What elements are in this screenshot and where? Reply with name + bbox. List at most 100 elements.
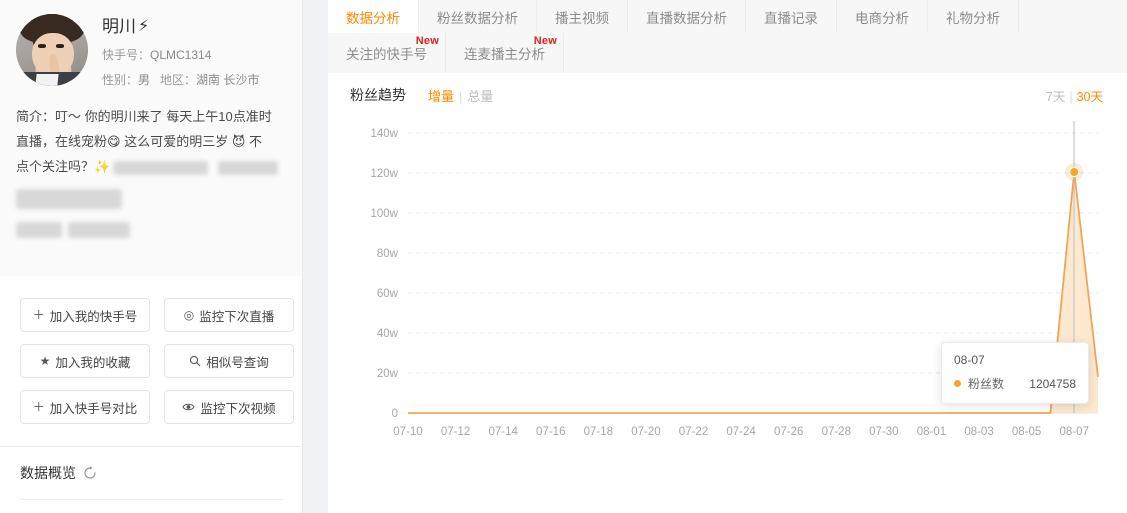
redacted-bio-block xyxy=(16,221,62,238)
bio-text-3: 这么可爱的明三岁 xyxy=(124,134,229,149)
kuaishou-id-label: 快手号： xyxy=(102,48,151,62)
svg-text:20w: 20w xyxy=(377,368,399,380)
eye-target-icon: ◎ xyxy=(183,308,195,322)
new-badge: New xyxy=(807,0,830,2)
tab-gift-analysis[interactable]: 礼物分析 New xyxy=(928,0,1019,33)
plus-icon: ＋ xyxy=(32,308,45,322)
svg-text:80w: 80w xyxy=(377,248,399,260)
profile-card: 明川 ⚡ 快手号：QLMC1314 性别：男 地区：湖南 长沙市 简介：叮～ 你的… xyxy=(0,0,303,276)
tab-label: 播主视频 xyxy=(555,10,609,26)
chart-header: 粉丝趋势 增量 | 总量 7天 | 30天 xyxy=(346,73,1109,117)
tab-fan-data-analysis[interactable]: 粉丝数据分析 xyxy=(419,0,537,33)
tab-row-primary: 数据分析 粉丝数据分析 播主视频 直播数据分析 New 直播记录 New 电商分 xyxy=(328,0,1127,33)
profile-meta: 明川 ⚡ 快手号：QLMC1314 性别：男 地区：湖南 长沙市 xyxy=(102,14,259,88)
tab-live-records[interactable]: 直播记录 New xyxy=(746,0,837,33)
action-label: 监控下次直播 xyxy=(199,309,275,324)
tab-label: 电商分析 xyxy=(855,10,909,26)
range-separator: | xyxy=(1069,89,1073,104)
tab-ecommerce-analysis[interactable]: 电商分析 New xyxy=(837,0,928,33)
eye-icon xyxy=(182,402,196,412)
tabs-container: 数据分析 粉丝数据分析 播主视频 直播数据分析 New 直播记录 New 电商分 xyxy=(328,0,1127,73)
redacted-bio-block xyxy=(68,221,130,238)
svg-text:08-07: 08-07 xyxy=(1059,426,1088,438)
fan-trend-chart-svg[interactable]: 0 20w 40w 60w 80w 100w 120w 140w 07-10 07-12 07-14… xyxy=(346,117,1108,457)
refresh-icon[interactable] xyxy=(83,466,97,480)
action-label: 相似号查询 xyxy=(206,355,269,370)
metric-total-link[interactable]: 总量 xyxy=(467,89,493,104)
tab-row-secondary: 关注的快手号 New 连麦播主分析 New xyxy=(328,33,1127,73)
add-to-my-kuaishou-button[interactable]: ＋ 加入我的快手号 xyxy=(20,298,150,332)
search-icon xyxy=(189,355,201,367)
tab-live-data-analysis[interactable]: 直播数据分析 New xyxy=(628,0,746,33)
fan-trend-card: 粉丝趋势 增量 | 总量 7天 | 30天 0 20w 40w 60w 80w 100w 120w 1… xyxy=(328,73,1127,477)
redacted-bio-block xyxy=(218,160,279,175)
action-label: 监控下次视频 xyxy=(200,401,276,416)
sparkles-emoji: ✨ xyxy=(94,159,111,174)
monitor-next-video-button[interactable]: 监控下次视频 xyxy=(164,390,294,424)
lightning-bolt-icon: ⚡ xyxy=(138,18,150,35)
kuaishou-id-row: 快手号：QLMC1314 xyxy=(102,47,259,63)
action-label: 加入我的收藏 xyxy=(55,355,131,370)
action-button-grid: ＋ 加入我的快手号 ◎ 监控下次直播 ★ 加入我的收藏 相似号查询 ＋ 加入快手… xyxy=(0,276,303,424)
series-color-dot xyxy=(954,380,961,387)
bio-text-4: 不 xyxy=(249,134,263,149)
range-7days-link[interactable]: 7天 xyxy=(1046,90,1065,104)
tab-data-analysis[interactable]: 数据分析 xyxy=(328,0,419,33)
svg-text:07-12: 07-12 xyxy=(441,426,470,438)
add-to-favorites-button[interactable]: ★ 加入我的收藏 xyxy=(20,344,150,378)
tab-comic-host-analysis[interactable]: 连麦播主分析 New xyxy=(446,33,564,73)
tooltip-date: 08-07 xyxy=(954,353,985,367)
profile-bio: 简介：叮～ 你的明川来了 每天上午10点准时 直播，在线宠粉😋 这么可爱的明三岁… xyxy=(16,104,287,241)
add-to-compare-button[interactable]: ＋ 加入快手号对比 xyxy=(20,390,150,424)
svg-text:08-05: 08-05 xyxy=(1012,426,1041,438)
layout-gap xyxy=(303,0,328,513)
similar-account-search-button[interactable]: 相似号查询 xyxy=(164,344,294,378)
svg-text:07-26: 07-26 xyxy=(774,426,803,438)
bio-text-2: 直播，在线宠粉 xyxy=(16,134,108,149)
svg-text:07-30: 07-30 xyxy=(869,426,898,438)
tab-label: 礼物分析 xyxy=(946,10,1000,26)
tooltip-series-name: 粉丝数 xyxy=(968,377,1005,391)
svg-text:07-28: 07-28 xyxy=(822,426,851,438)
svg-text:140w: 140w xyxy=(371,128,399,140)
chart-title: 粉丝趋势 xyxy=(350,87,406,103)
svg-text:07-24: 07-24 xyxy=(726,426,756,438)
tab-label: 直播记录 xyxy=(764,10,818,26)
data-overview-section: 数据概览 xyxy=(0,447,303,483)
left-sidebar: 明川 ⚡ 快手号：QLMC1314 性别：男 地区：湖南 长沙市 简介：叮～ 你的… xyxy=(0,0,303,513)
new-badge: New xyxy=(533,35,557,47)
svg-text:60w: 60w xyxy=(377,288,399,300)
kuaishou-id-value: QLMC1314 xyxy=(150,48,212,62)
tab-row-filler xyxy=(564,33,1127,73)
redacted-bio-block xyxy=(113,160,209,175)
redacted-bio-row xyxy=(16,185,287,210)
svg-text:100w: 100w xyxy=(371,208,399,220)
monitor-next-live-button[interactable]: ◎ 监控下次直播 xyxy=(164,298,294,332)
svg-text:07-10: 07-10 xyxy=(393,426,422,438)
sidebar-edge xyxy=(302,0,303,513)
metric-increment-link[interactable]: 增量 xyxy=(428,89,454,104)
tongue-emoji: 😋 xyxy=(107,134,121,149)
tab-followed-accounts[interactable]: 关注的快手号 New xyxy=(328,33,446,73)
range-30days-link[interactable]: 30天 xyxy=(1077,90,1103,104)
main-panel: 数据分析 粉丝数据分析 播主视频 直播数据分析 New 直播记录 New 电商分 xyxy=(328,0,1127,513)
svg-text:07-22: 07-22 xyxy=(679,426,708,438)
gender-label: 性别： xyxy=(102,73,139,87)
svg-text:120w: 120w xyxy=(371,168,399,180)
plus-icon: ＋ xyxy=(32,400,45,414)
svg-text:07-14: 07-14 xyxy=(488,426,518,438)
redacted-bio-block xyxy=(16,188,122,209)
devil-emoji: 😈 xyxy=(231,134,246,149)
tooltip-series-value: 1204758 xyxy=(1029,376,1076,391)
tab-host-videos[interactable]: 播主视频 xyxy=(537,0,628,33)
svg-text:08-01: 08-01 xyxy=(917,426,946,438)
redacted-bio-row xyxy=(16,216,287,241)
tab-label: 数据分析 xyxy=(346,10,400,26)
svg-text:40w: 40w xyxy=(377,328,399,340)
profile-nickname-row: 明川 ⚡ xyxy=(102,16,259,38)
svg-text:07-16: 07-16 xyxy=(536,426,565,438)
gender-value: 男 xyxy=(138,73,151,87)
new-badge: New xyxy=(989,0,1012,2)
new-badge: New xyxy=(898,0,921,2)
svg-text:07-18: 07-18 xyxy=(584,426,613,438)
